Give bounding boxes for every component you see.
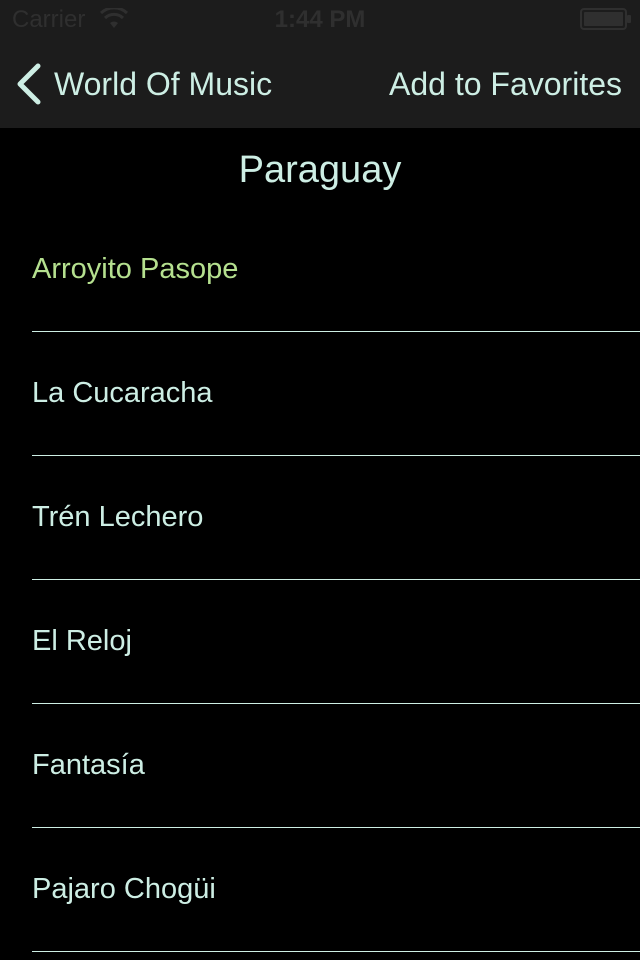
song-item-el-reloj[interactable]: El Reloj	[32, 580, 640, 704]
song-item-fantasia[interactable]: Fantasía	[32, 704, 640, 828]
navigation-bar: World Of Music Add to Favorites	[0, 40, 640, 128]
song-item-tren-lechero[interactable]: Trén Lechero	[32, 456, 640, 580]
back-button-label: World Of Music	[54, 65, 273, 102]
status-time: 1:44 PM	[274, 6, 366, 33]
battery-icon	[580, 8, 631, 30]
back-button[interactable]: World Of Music	[14, 40, 272, 128]
page-title: Paraguay	[238, 149, 402, 191]
song-list: Arroyito Pasope La Cucaracha Trén Lecher…	[0, 208, 640, 952]
chevron-left-icon	[17, 63, 41, 105]
song-item-pajaro-chogui[interactable]: Pajaro Chogüi	[32, 828, 640, 952]
status-bar: Carrier 1:44 PM	[0, 0, 640, 40]
song-item-arroyito-pasope[interactable]: Arroyito Pasope	[32, 208, 640, 332]
add-to-favorites-button[interactable]: Add to Favorites	[389, 40, 622, 128]
song-item-la-cucaracha[interactable]: La Cucaracha	[32, 332, 640, 456]
